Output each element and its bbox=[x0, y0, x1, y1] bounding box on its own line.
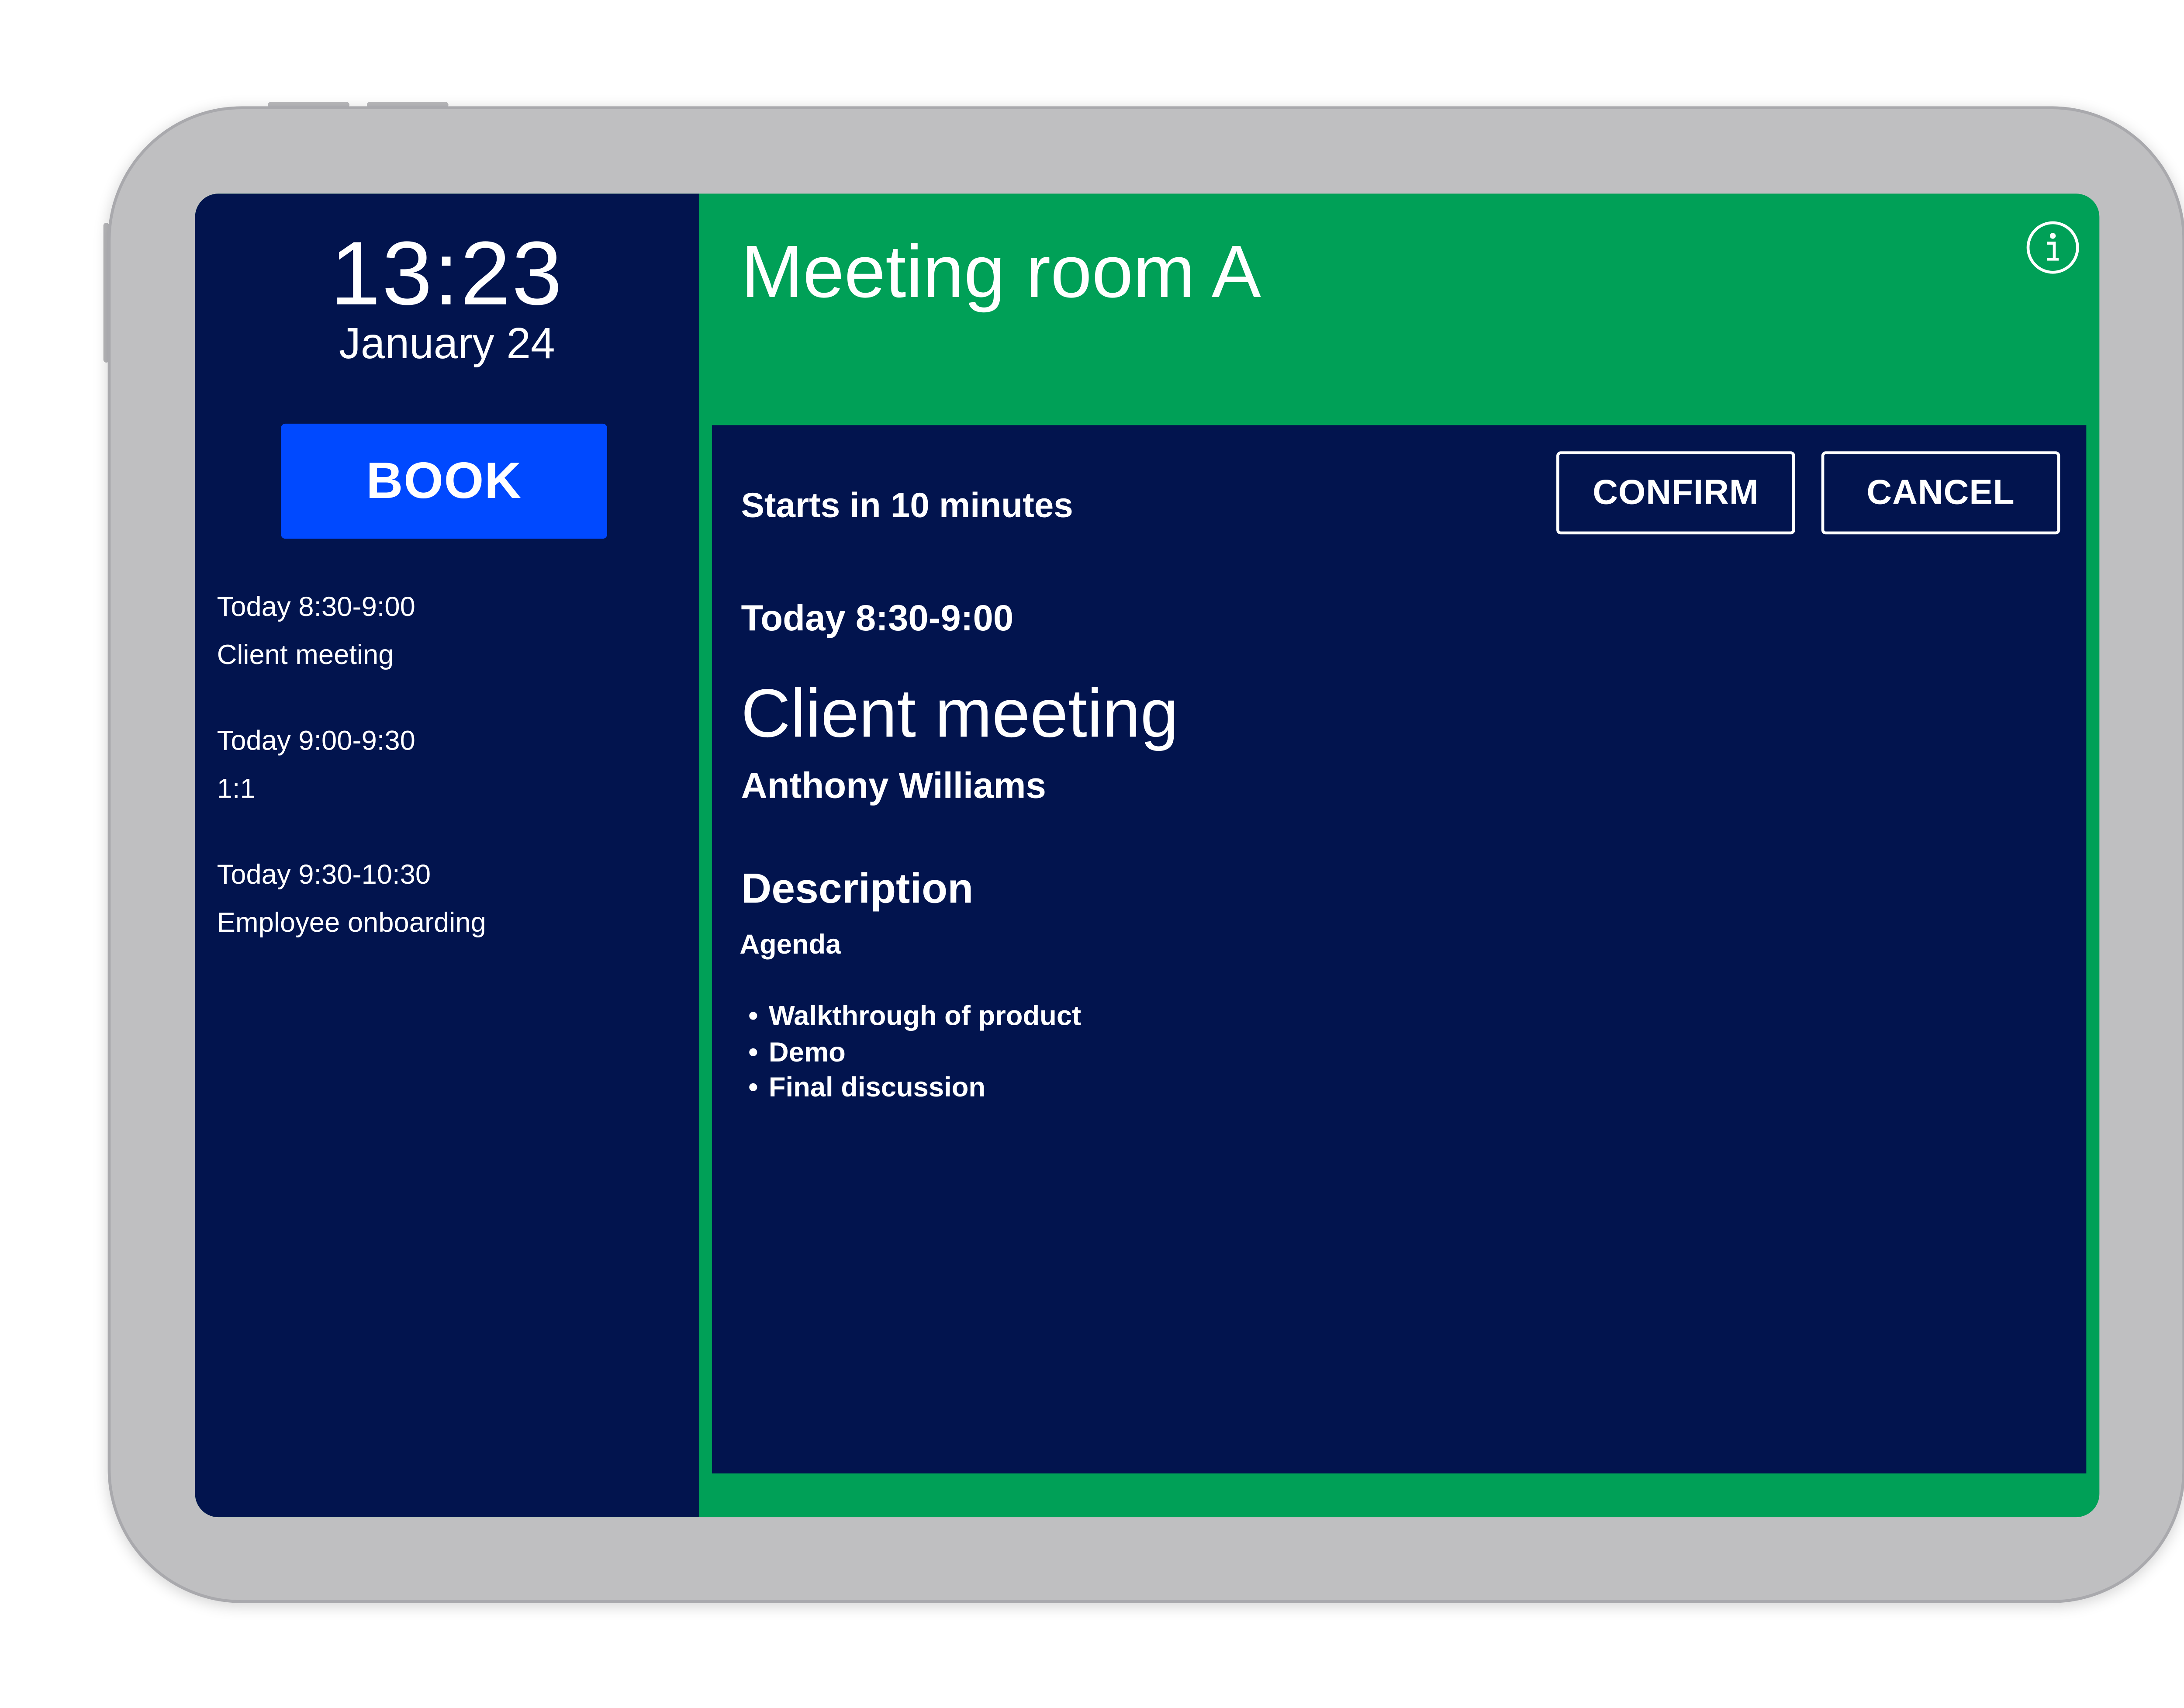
meeting-title: Client meeting bbox=[741, 674, 1178, 751]
cancel-button[interactable]: CANCEL bbox=[1821, 451, 2060, 535]
date: January 24 bbox=[339, 320, 555, 369]
meeting-time: Today 8:30-9:00 bbox=[741, 598, 1014, 640]
agenda-item: Walkthrough of product bbox=[748, 1000, 1081, 1036]
meeting-status: Starts in 10 minutes bbox=[741, 486, 1073, 526]
tablet-device: 13:23 January 24 BOOK Today 8:30-9:00 Cl… bbox=[0, 0, 2184, 1708]
schedule-item[interactable]: Today 9:30-10:30 Employee onboarding bbox=[217, 852, 683, 948]
book-button[interactable]: BOOK bbox=[281, 423, 607, 539]
room-display-screen: 13:23 January 24 BOOK Today 8:30-9:00 Cl… bbox=[195, 194, 2100, 1518]
meeting-panel: Starts in 10 minutes CONFIRM CANCEL Toda… bbox=[712, 425, 2087, 1474]
schedule-item[interactable]: Today 9:00-9:30 1:1 bbox=[217, 718, 683, 814]
schedule-item-title: Client meeting bbox=[217, 640, 394, 671]
room-name: Meeting room A bbox=[741, 230, 1261, 313]
confirm-button[interactable]: CONFIRM bbox=[1556, 451, 1795, 535]
info-icon[interactable] bbox=[2025, 220, 2079, 274]
clock: 13:23 bbox=[330, 224, 564, 325]
description-heading: Description bbox=[741, 866, 974, 913]
agenda-item: Demo bbox=[748, 1036, 1081, 1072]
meeting-organizer: Anthony Williams bbox=[741, 766, 1046, 807]
sidebar: 13:23 January 24 BOOK Today 8:30-9:00 Cl… bbox=[195, 194, 699, 1518]
schedule-item-time: Today 9:30-10:30 bbox=[217, 860, 431, 891]
schedule-item[interactable]: Today 8:30-9:00 Client meeting bbox=[217, 584, 683, 680]
schedule-item-title: Employee onboarding bbox=[217, 908, 486, 939]
schedule-item-title: 1:1 bbox=[217, 774, 256, 806]
schedule-item-time: Today 9:00-9:30 bbox=[217, 726, 415, 757]
agenda-item: Final discussion bbox=[748, 1072, 1081, 1107]
schedule-item-time: Today 8:30-9:00 bbox=[217, 592, 415, 623]
agenda-list: Walkthrough of product Demo Final discus… bbox=[748, 1000, 1081, 1107]
agenda-label: Agenda bbox=[740, 930, 841, 961]
